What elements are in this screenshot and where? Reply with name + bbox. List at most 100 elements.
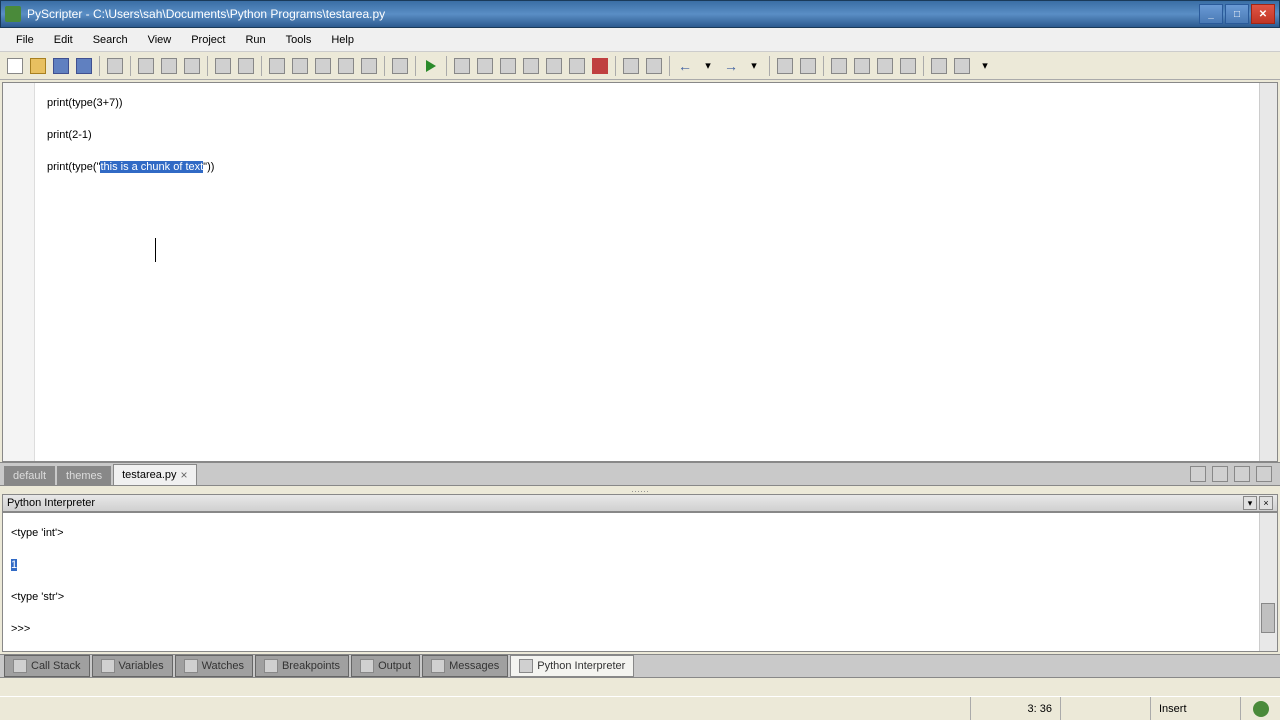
paste-button[interactable] bbox=[181, 55, 203, 77]
layout-button[interactable] bbox=[951, 55, 973, 77]
editor-tabs: default themes testarea.py × bbox=[0, 462, 1280, 486]
forward-dropdown[interactable]: ▾ bbox=[743, 55, 765, 77]
bottom-tab-breakpoints[interactable]: Breakpoints bbox=[255, 655, 349, 677]
separator bbox=[923, 56, 924, 76]
menu-run[interactable]: Run bbox=[235, 30, 275, 50]
layout-dropdown[interactable]: ▾ bbox=[974, 55, 996, 77]
output-icon bbox=[360, 659, 374, 673]
save-all-button[interactable] bbox=[73, 55, 95, 77]
menu-help[interactable]: Help bbox=[321, 30, 364, 50]
close-button[interactable]: ✕ bbox=[1251, 4, 1275, 24]
find-in-files-button[interactable] bbox=[335, 55, 357, 77]
code-line-3[interactable]: print(type("this is a chunk of text")) bbox=[47, 151, 1257, 183]
find-next-button[interactable] bbox=[289, 55, 311, 77]
syntax-check-button[interactable] bbox=[389, 55, 411, 77]
forward-icon: → bbox=[724, 58, 738, 74]
output-prompt[interactable]: >>> bbox=[11, 613, 1269, 645]
bottom-tab-output[interactable]: Output bbox=[351, 655, 420, 677]
watch-button[interactable] bbox=[643, 55, 665, 77]
bottom-tab-callstack[interactable]: Call Stack bbox=[4, 655, 90, 677]
replace-button[interactable] bbox=[312, 55, 334, 77]
cut-button[interactable] bbox=[135, 55, 157, 77]
scroll-thumb[interactable] bbox=[1261, 603, 1275, 633]
tab-close-button[interactable]: × bbox=[181, 468, 188, 482]
interpreter-output[interactable]: <type 'int'> 1 <type 'str'> >>> bbox=[2, 512, 1278, 652]
bottom-tab-watches[interactable]: Watches bbox=[175, 655, 253, 677]
splitter-handle[interactable]: ······ bbox=[0, 486, 1280, 494]
tabs-new-button[interactable] bbox=[1232, 465, 1252, 483]
bottom-tab-messages[interactable]: Messages bbox=[422, 655, 508, 677]
messages-icon bbox=[431, 659, 445, 673]
tabs-prev-button[interactable] bbox=[1188, 465, 1208, 483]
save-all-icon bbox=[76, 58, 92, 74]
save-button[interactable] bbox=[50, 55, 72, 77]
menu-project[interactable]: Project bbox=[181, 30, 235, 50]
tabs-next-button[interactable] bbox=[1210, 465, 1230, 483]
watches-icon bbox=[184, 659, 198, 673]
whitespace-icon bbox=[900, 58, 916, 74]
new-file-button[interactable] bbox=[4, 55, 26, 77]
tab-inactive-1[interactable]: default bbox=[4, 466, 55, 485]
interpreter-scrollbar[interactable] bbox=[1259, 513, 1277, 651]
line-numbers-button[interactable] bbox=[874, 55, 896, 77]
tabs-close-button[interactable] bbox=[1254, 465, 1274, 483]
undo-button[interactable] bbox=[212, 55, 234, 77]
step-into-icon bbox=[477, 58, 493, 74]
menu-view[interactable]: View bbox=[138, 30, 182, 50]
open-file-button[interactable] bbox=[27, 55, 49, 77]
panel-close-button[interactable]: × bbox=[1259, 496, 1273, 510]
copy-icon bbox=[161, 58, 177, 74]
print-button[interactable] bbox=[104, 55, 126, 77]
run-button[interactable] bbox=[420, 55, 442, 77]
uncomment-button[interactable] bbox=[851, 55, 873, 77]
minimize-button[interactable]: _ bbox=[1199, 4, 1223, 24]
comment-button[interactable] bbox=[828, 55, 850, 77]
stop-button[interactable] bbox=[589, 55, 611, 77]
code-line-1[interactable]: print(type(3+7)) bbox=[47, 87, 1257, 119]
step-over-icon bbox=[500, 58, 516, 74]
indent-button[interactable] bbox=[797, 55, 819, 77]
code-editor[interactable]: print(type(3+7)) print(2-1) print(type("… bbox=[2, 82, 1278, 462]
tab-inactive-2[interactable]: themes bbox=[57, 466, 111, 485]
bottom-tab-variables[interactable]: Variables bbox=[92, 655, 173, 677]
status-engine bbox=[1240, 697, 1280, 720]
maximize-button[interactable]: □ bbox=[1225, 4, 1249, 24]
back-dropdown[interactable]: ▾ bbox=[697, 55, 719, 77]
panel-title: Python Interpreter bbox=[7, 497, 1243, 509]
copy-button[interactable] bbox=[158, 55, 180, 77]
code-line-2[interactable]: print(2-1) bbox=[47, 119, 1257, 151]
pause-button[interactable] bbox=[566, 55, 588, 77]
save-icon bbox=[53, 58, 69, 74]
debug-button[interactable] bbox=[451, 55, 473, 77]
statusbar: 3: 36 Insert bbox=[0, 696, 1280, 720]
outdent-button[interactable] bbox=[774, 55, 796, 77]
options-button[interactable] bbox=[928, 55, 950, 77]
callstack-icon bbox=[13, 659, 27, 673]
highlight-button[interactable] bbox=[358, 55, 380, 77]
panel-pin-button[interactable]: ▾ bbox=[1243, 496, 1257, 510]
run-icon bbox=[426, 60, 436, 72]
editor-scrollbar[interactable] bbox=[1259, 83, 1277, 461]
menu-tools[interactable]: Tools bbox=[276, 30, 322, 50]
redo-button[interactable] bbox=[235, 55, 257, 77]
bottom-tab-interpreter[interactable]: Python Interpreter bbox=[510, 655, 634, 677]
nav-forward-button[interactable]: → bbox=[720, 55, 742, 77]
code-area[interactable]: print(type(3+7)) print(2-1) print(type("… bbox=[47, 87, 1257, 183]
whitespace-button[interactable] bbox=[897, 55, 919, 77]
step-into-button[interactable] bbox=[474, 55, 496, 77]
find-button[interactable] bbox=[266, 55, 288, 77]
menu-edit[interactable]: Edit bbox=[44, 30, 83, 50]
tab-active[interactable]: testarea.py × bbox=[113, 464, 196, 485]
toolbar: ← ▾ → ▾ ▾ bbox=[0, 52, 1280, 80]
step-over-button[interactable] bbox=[497, 55, 519, 77]
nav-back-button[interactable]: ← bbox=[674, 55, 696, 77]
breakpoint-button[interactable] bbox=[620, 55, 642, 77]
menu-search[interactable]: Search bbox=[83, 30, 138, 50]
find-next-icon bbox=[292, 58, 308, 74]
menu-file[interactable]: File bbox=[6, 30, 44, 50]
indent-icon bbox=[800, 58, 816, 74]
separator bbox=[99, 56, 100, 76]
print-icon bbox=[107, 58, 123, 74]
run-to-cursor-button[interactable] bbox=[543, 55, 565, 77]
step-out-button[interactable] bbox=[520, 55, 542, 77]
